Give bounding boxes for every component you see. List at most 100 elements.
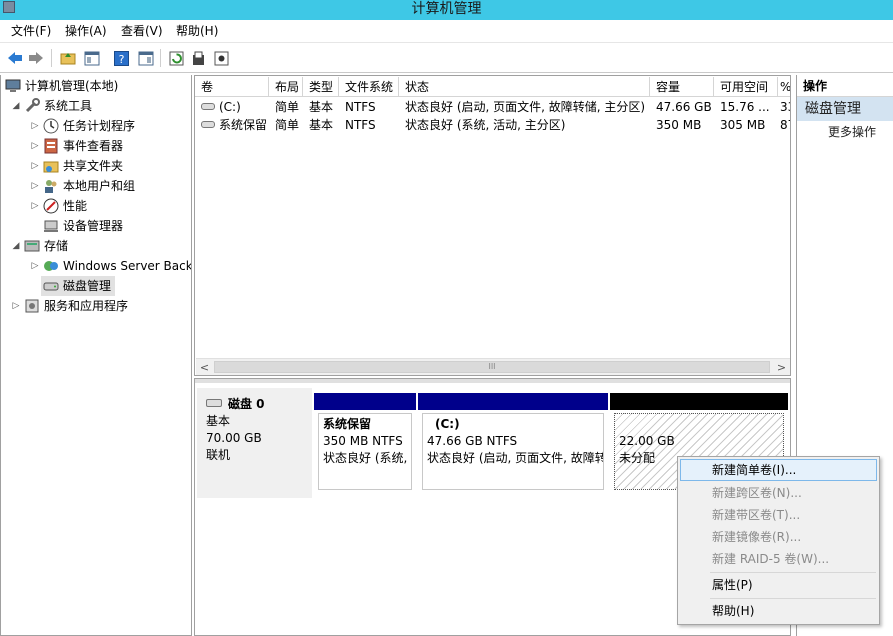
partition-c[interactable]: (C:) 47.66 GB NTFS 状态良好 (启动, 页面文件, 故障转储,… (418, 393, 608, 494)
actions-section-disk-management[interactable]: 磁盘管理 (797, 97, 893, 121)
expanded-arrow-icon[interactable]: ◢ (11, 96, 21, 116)
scrollbar-thumb[interactable]: III (214, 361, 770, 373)
tree-item-windows-server-backup[interactable]: ▷ Windows Server Back (30, 256, 192, 276)
menu-separator (710, 572, 876, 573)
disk-type: 基本 (206, 414, 231, 428)
tree-item-services-apps[interactable]: ▷ 服务和应用程序 (11, 296, 128, 316)
volume-type: 基本 (309, 118, 334, 132)
collapsed-arrow-icon[interactable]: ▷ (11, 296, 21, 316)
menu-item-new-spanned-volume[interactable]: 新建跨区卷(N)... (680, 482, 877, 504)
tree-item-event-viewer[interactable]: ▷ 事件查看器 (30, 136, 123, 156)
services-icon (24, 298, 40, 314)
drive-icon (201, 103, 215, 110)
drive-icon (201, 121, 215, 128)
device-manager-icon (43, 218, 59, 234)
scroll-left-icon[interactable]: < (196, 359, 213, 375)
menu-view[interactable]: 查看(V) (119, 23, 165, 39)
collapsed-arrow-icon[interactable]: ▷ (30, 156, 40, 176)
back-icon[interactable] (6, 49, 24, 67)
menu-item-new-raid5-volume[interactable]: 新建 RAID-5 卷(W)... (680, 548, 877, 570)
show-tree-icon[interactable] (83, 49, 101, 67)
tree-item-label: 任务计划程序 (63, 119, 136, 133)
backup-icon (43, 258, 59, 274)
volume-name: 系统保留 (219, 118, 268, 132)
menu-help[interactable]: 帮助(H) (174, 23, 220, 39)
collapsed-arrow-icon[interactable]: ▷ (30, 136, 40, 156)
storage-icon (24, 238, 40, 254)
toolbar-separator (160, 49, 161, 67)
navigation-tree: 计算机管理(本地) ◢ 系统工具 ▷ 任务计划程序 ▷ 事件查看器 ▷ 共享文件… (0, 75, 192, 636)
menu-item-new-mirrored-volume[interactable]: 新建镜像卷(R)... (680, 526, 877, 548)
help-icon[interactable]: ? (112, 49, 130, 67)
forward-icon[interactable] (27, 49, 45, 67)
volume-status: 状态良好 (启动, 页面文件, 故障转储, 主分区) (405, 100, 646, 114)
pane-splitter[interactable] (195, 379, 790, 383)
tree-item-device-manager[interactable]: 设备管理器 (43, 216, 123, 236)
column-header-free-space[interactable]: 可用空间 (714, 77, 778, 97)
column-header-filesystem[interactable]: 文件系统 (339, 77, 399, 97)
export-icon[interactable] (189, 49, 207, 67)
menu-file[interactable]: 文件(F) (9, 23, 53, 39)
volume-free-space: 15.76 ... (720, 100, 770, 114)
column-header-type[interactable]: 类型 (303, 77, 339, 97)
tree-item-local-users[interactable]: ▷ 本地用户和组 (30, 176, 135, 196)
collapsed-arrow-icon[interactable]: ▷ (30, 176, 40, 196)
tree-item-label: Windows Server Back (63, 259, 192, 273)
partition-status: 状态良好 (系统, 活动, 主分区) (323, 451, 411, 465)
partition-size: 22.00 GB (619, 434, 675, 448)
tree-item-label: 性能 (63, 199, 88, 213)
disk-info[interactable]: 磁盘 0 基本 70.00 GB 联机 (197, 388, 312, 498)
volume-percent-free: 33 (780, 100, 790, 114)
collapsed-arrow-icon[interactable]: ▷ (30, 256, 40, 276)
properties-icon[interactable] (137, 49, 155, 67)
more-actions[interactable]: 更多操作 (797, 121, 893, 143)
users-icon (43, 178, 59, 194)
tree-item-storage[interactable]: ◢ 存储 (11, 236, 68, 256)
volume-list-header: 卷 布局 类型 文件系统 状态 容量 可用空间 % (195, 77, 790, 97)
volume-percent-free: 87 (780, 118, 790, 132)
volume-filesystem: NTFS (345, 118, 376, 132)
table-row[interactable]: (C:) 简单 基本 NTFS 状态良好 (启动, 页面文件, 故障转储, 主分… (195, 98, 790, 116)
tree-item-label: 本地用户和组 (63, 179, 136, 193)
column-header-status[interactable]: 状态 (399, 77, 650, 97)
disk-icon (206, 398, 222, 407)
menu-item-help[interactable]: 帮助(H) (680, 600, 877, 622)
collapsed-arrow-icon[interactable]: ▷ (30, 116, 40, 136)
window-title: 计算机管理 (411, 1, 482, 17)
column-header-layout[interactable]: 布局 (269, 77, 303, 97)
menu-item-new-simple-volume[interactable]: 新建简单卷(I)... (680, 459, 877, 481)
scroll-right-icon[interactable]: > (773, 359, 790, 375)
tree-item-shared-folders[interactable]: ▷ 共享文件夹 (30, 156, 123, 176)
tree-item-label: 存储 (44, 239, 69, 253)
tree-item-root[interactable]: 计算机管理(本地) (5, 76, 118, 96)
menu-action[interactable]: 操作(A) (63, 23, 109, 39)
disk-state: 联机 (206, 448, 231, 462)
tree-item-disk-management[interactable]: 磁盘管理 (41, 276, 116, 296)
horizontal-scrollbar[interactable]: < III > (196, 358, 790, 375)
disk-size: 70.00 GB (206, 431, 262, 445)
column-header-percent-free[interactable]: % (778, 77, 790, 97)
up-folder-icon[interactable] (59, 49, 77, 67)
actions-header: 操作 (797, 75, 893, 97)
menu-item-new-striped-volume[interactable]: 新建带区卷(T)... (680, 504, 877, 526)
collapsed-arrow-icon[interactable]: ▷ (30, 196, 40, 216)
volume-list: 卷 布局 类型 文件系统 状态 容量 可用空间 % (C:) 简单 基本 NTF… (194, 75, 791, 376)
settings-icon[interactable] (212, 49, 230, 67)
volume-layout: 简单 (275, 118, 300, 132)
column-header-capacity[interactable]: 容量 (650, 77, 714, 97)
partition-name: (C:) (435, 417, 460, 431)
table-row[interactable]: 系统保留 简单 基本 NTFS 状态良好 (系统, 活动, 主分区) 350 M… (195, 116, 790, 134)
computer-management-icon (5, 78, 21, 94)
expanded-arrow-icon[interactable]: ◢ (11, 236, 21, 256)
tree-item-system-tools[interactable]: ◢ 系统工具 (11, 96, 92, 116)
column-header-volume[interactable]: 卷 (195, 77, 269, 97)
volume-capacity: 350 MB (656, 118, 702, 132)
menu-item-properties[interactable]: 属性(P) (680, 574, 877, 596)
tree-item-label: 事件查看器 (63, 139, 124, 153)
svg-text:?: ? (118, 53, 124, 66)
refresh-icon[interactable] (167, 49, 185, 67)
tree-item-label: 服务和应用程序 (44, 299, 129, 313)
partition-system-reserved[interactable]: 系统保留 350 MB NTFS 状态良好 (系统, 活动, 主分区) (314, 393, 416, 494)
tree-item-performance[interactable]: ▷ 性能 (30, 196, 87, 216)
tree-item-task-scheduler[interactable]: ▷ 任务计划程序 (30, 116, 135, 136)
